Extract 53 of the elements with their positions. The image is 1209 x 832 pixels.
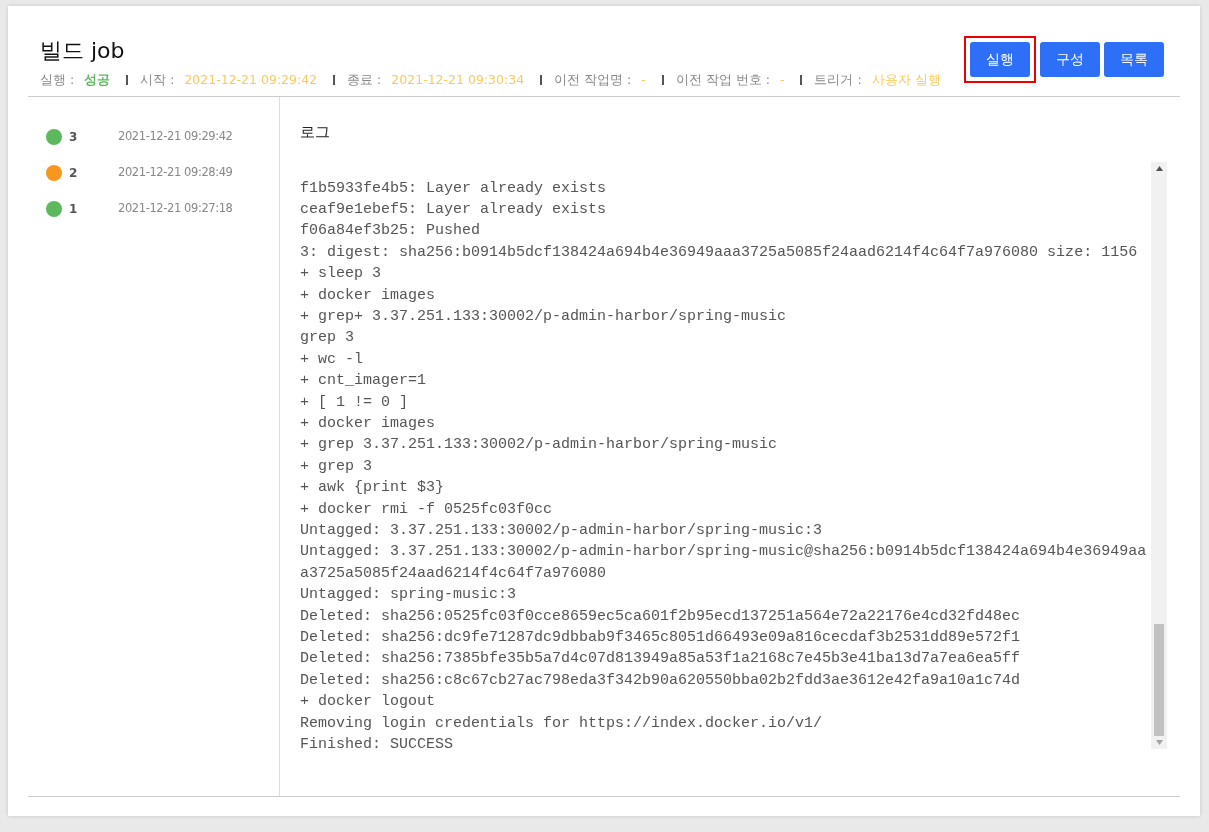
- log-line: + docker images: [300, 285, 437, 306]
- build-number[interactable]: 2: [69, 164, 118, 182]
- log-line: + wc -l: [300, 349, 364, 370]
- log-line: Untagged: 3.37.251.133:30002/p-admin-harbor/spring-music@sha256:b0914b5dcf138424a694b4e36949aaa3725a5085f24aad6214f4c64f7a976080: [300, 542, 1148, 584]
- build-time: 2021-12-21 09:28:49: [118, 164, 233, 182]
- meta-label: 종료 :: [347, 71, 382, 89]
- log-line: Deleted: sha256:7385bfe35b5a7d4c07d813949a85a53f1a2168c7e45b3e41ba13d7a7ea6ea5ff: [300, 649, 1022, 670]
- log-line: Untagged: 3.37.251.133:30002/p-admin-harbor/spring-music:3: [300, 521, 824, 541]
- meta-value: 사용자 실행: [871, 71, 941, 89]
- build-number[interactable]: 3: [69, 128, 118, 146]
- meta-value: 2021-12-21 09:29:42: [184, 71, 318, 89]
- action-button[interactable]: 실행: [970, 42, 1030, 77]
- action-button[interactable]: 목록: [1104, 42, 1164, 77]
- log-line: f06a84ef3b25: Pushed: [300, 221, 482, 242]
- meta-value: 성공: [84, 71, 111, 89]
- log-line: + docker logout: [300, 692, 437, 713]
- meta-value: -: [641, 71, 646, 89]
- log-line: Deleted: sha256:c8c67cb27ac798eda3f342b90a620550bba02b2fdd3ae3612e42fa9a10a1c74d: [300, 670, 1022, 691]
- meta-value: -: [779, 71, 785, 89]
- log-line: Deleted: sha256:dc9fe71287dc9dbbab9f3465c8051d66493e09a816cecdaf3b2531dd89e572f1: [300, 628, 1022, 649]
- log-line: 3: digest: sha256:b0914b5dcf138424a694b4e36949aaa3725a5085f24aad6214f4c64f7a976080 size: 1156: [300, 242, 1139, 263]
- log-line: + awk {print $3}: [300, 478, 446, 499]
- log-line: + docker rmi -f 0525fc03f0cc: [300, 499, 554, 520]
- scroll-up-icon[interactable]: [1155, 165, 1163, 171]
- meta-label: 실행 :: [40, 71, 75, 89]
- scroll-down-icon[interactable]: [1155, 739, 1163, 745]
- scrollbar[interactable]: [1151, 161, 1167, 749]
- log-heading: 로그: [300, 122, 331, 143]
- meta-value: 2021-12-21 09:30:34: [391, 71, 525, 89]
- meta-label: 트리거 :: [814, 71, 862, 89]
- log-line: f1b5933fe4b5: Layer already exists: [300, 178, 608, 199]
- log-line: + grep+ 3.37.251.133:30002/p-admin-harbor/spring-music: [300, 306, 788, 327]
- page-title: 빌드 job: [40, 37, 126, 65]
- action-button[interactable]: 구성: [1040, 42, 1100, 77]
- meta-label: 이전 작업 번호 :: [675, 71, 770, 89]
- log-line: ceaf9e1ebef5: Layer already exists: [300, 199, 608, 220]
- log-line: + grep 3: [300, 456, 373, 477]
- log-line: + docker images: [300, 413, 437, 434]
- log-line: + grep 3.37.251.133:30002/p-admin-harbor/spring-music: [300, 435, 779, 456]
- meta-label: 시작 :: [140, 71, 175, 89]
- log-line: grep 3: [300, 328, 355, 349]
- build-number[interactable]: 1: [69, 200, 118, 218]
- meta-label: 이전 작업명 :: [554, 71, 632, 89]
- scrollbar-thumb[interactable]: [1154, 623, 1164, 736]
- log-line: Finished: SUCCESS: [300, 735, 455, 749]
- log-line: Removing login credentials for https://index.docker.io/v1/: [300, 713, 824, 734]
- log-line: + cnt_imager=1: [300, 371, 428, 392]
- log-line: Deleted: sha256:0525fc03f0cce8659ec5ca601f2b95ecd137251a564e72a22176e4cd32fd48ec: [300, 606, 1022, 627]
- log-line: + sleep 3: [300, 264, 382, 285]
- log-line: + [ 1 != 0 ]: [300, 392, 410, 413]
- build-time: 2021-12-21 09:29:42: [118, 128, 233, 146]
- build-time: 2021-12-21 09:27:18: [118, 200, 233, 218]
- log-line: Untagged: spring-music:3: [300, 585, 518, 606]
